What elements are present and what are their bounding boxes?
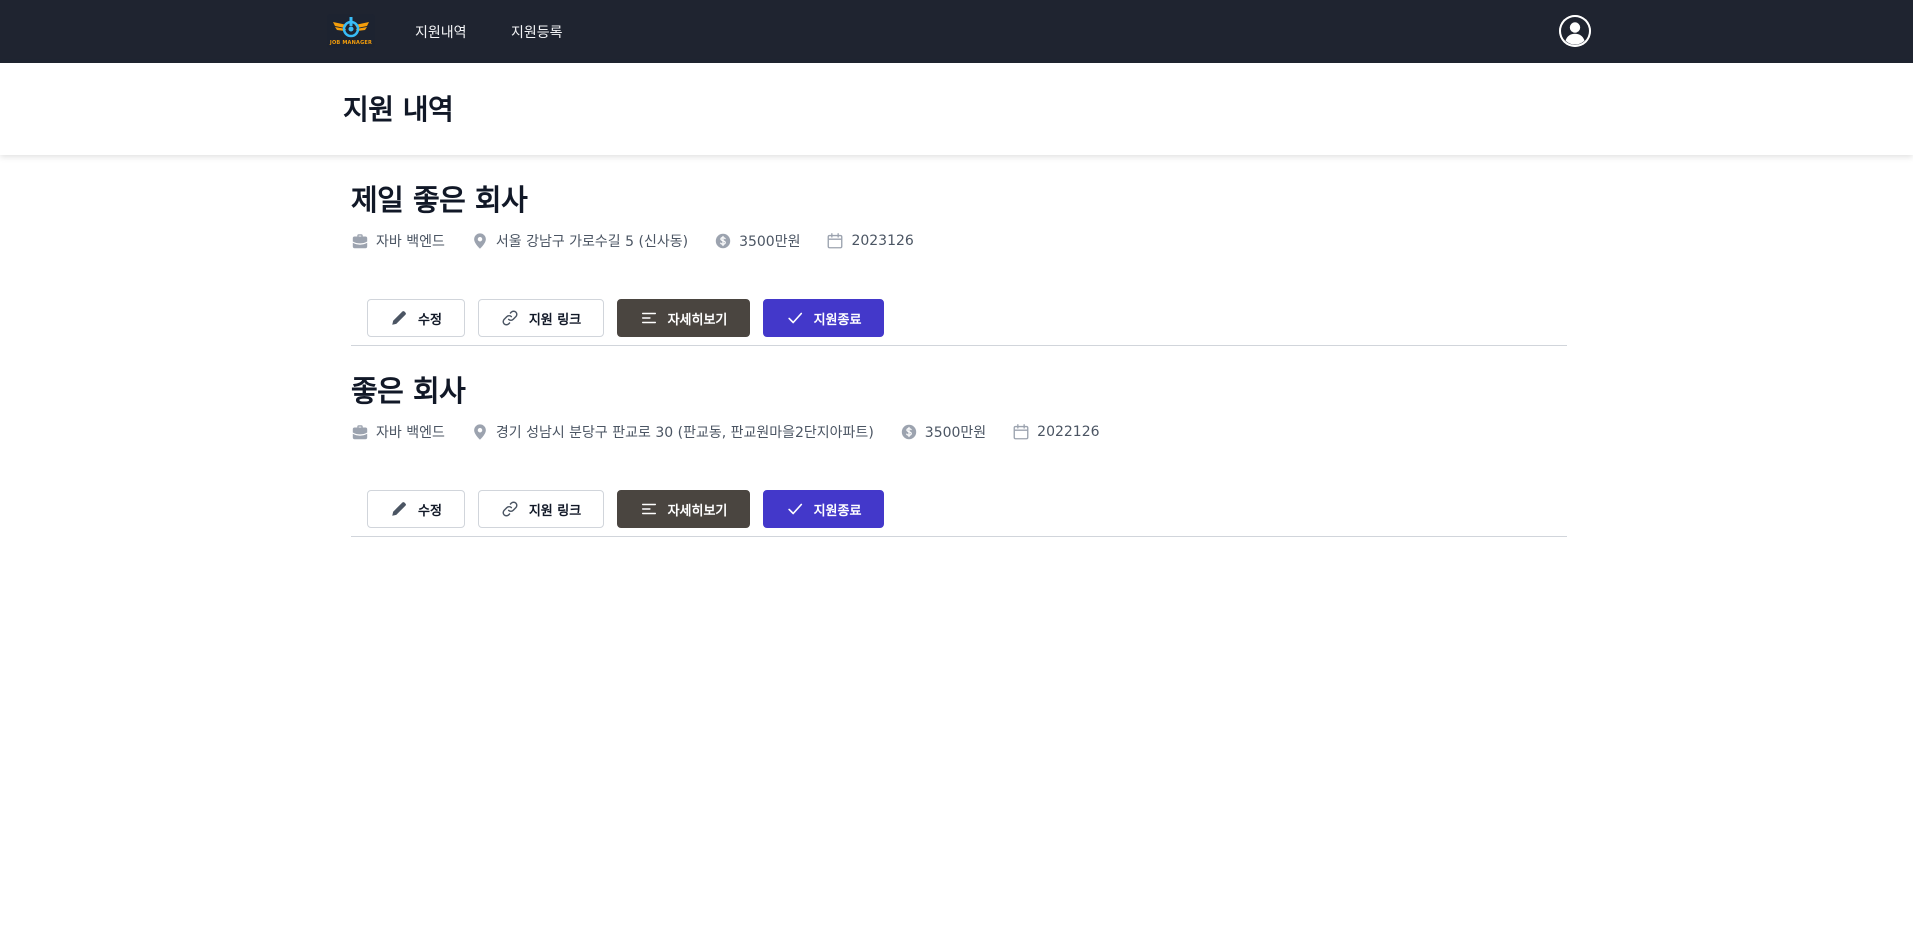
application-item: 제일 좋은 회사 자바 백엔드 서울 강남구 가로수길 5 (신사동) 3500… — [351, 155, 1567, 346]
menu-left-icon — [641, 503, 656, 515]
edit-button[interactable]: 수정 — [367, 490, 465, 528]
salary-meta: 3500만원 — [900, 422, 986, 442]
top-navbar: JOB MANAGER 지원내역 지원등록 — [0, 0, 1913, 63]
page-title: 지원 내역 — [343, 93, 454, 126]
address-meta: 경기 성남시 분당구 판교로 30 (판교동, 판교원마을2단지아파트) — [471, 422, 874, 442]
position-text: 자바 백엔드 — [376, 234, 445, 250]
application-meta: 자바 백엔드 서울 강남구 가로수길 5 (신사동) 3500만원 202312… — [351, 231, 940, 251]
application-meta: 자바 백엔드 경기 성남시 분당구 판교로 30 (판교동, 판교원마을2단지아… — [351, 422, 1126, 442]
currency-dollar-icon — [715, 233, 731, 249]
detail-button-label: 자세히보기 — [667, 312, 728, 328]
detail-button[interactable]: 자세히보기 — [617, 299, 750, 337]
date-text: 2023126 — [851, 233, 914, 249]
page-header: 지원 내역 — [0, 63, 1913, 155]
currency-dollar-icon — [901, 424, 916, 440]
calendar-icon — [1013, 424, 1029, 440]
location-pin-icon — [474, 233, 486, 249]
menu-left-icon — [641, 312, 656, 324]
application-actions: 수정 지원 링크 자세히보기 지원종료 — [367, 299, 897, 337]
calendar-icon — [828, 233, 843, 249]
edit-button[interactable]: 수정 — [367, 299, 465, 337]
company-name: 좋은 회사 — [351, 374, 466, 408]
position-meta: 자바 백엔드 — [351, 422, 445, 442]
position-meta: 자바 백엔드 — [351, 231, 445, 251]
address-text: 경기 성남시 분당구 판교로 30 (판교동, 판교원마을2단지아파트) — [495, 425, 874, 441]
apply-link-button[interactable]: 지원 링크 — [478, 490, 604, 528]
detail-button[interactable]: 자세히보기 — [617, 490, 750, 528]
logo-text: JOB MANAGER — [329, 40, 373, 46]
finish-application-button[interactable]: 지원종료 — [763, 490, 884, 528]
nav-link-register[interactable]: 지원등록 — [511, 22, 563, 42]
detail-button-label: 자세히보기 — [667, 503, 728, 519]
check-icon — [787, 312, 802, 324]
salary-text: 3500만원 — [739, 234, 801, 250]
finish-application-button[interactable]: 지원종료 — [763, 299, 884, 337]
briefcase-icon — [352, 425, 368, 440]
application-item: 좋은 회사 자바 백엔드 경기 성남시 분당구 판교로 30 (판교동, 판교원… — [351, 346, 1567, 537]
position-text: 자바 백엔드 — [376, 425, 445, 441]
apply-link-button-label: 지원 링크 — [528, 503, 582, 519]
date-meta: 2023126 — [826, 232, 914, 250]
finish-application-button-label: 지원종료 — [813, 503, 862, 519]
link-icon — [502, 501, 518, 517]
edit-button-label: 수정 — [418, 312, 442, 328]
apply-link-button[interactable]: 지원 링크 — [478, 299, 604, 337]
briefcase-icon — [352, 234, 368, 249]
job-manager-logo[interactable]: JOB MANAGER — [327, 14, 375, 48]
edit-button-label: 수정 — [418, 503, 442, 519]
date-text: 2022126 — [1037, 424, 1100, 440]
application-list: 제일 좋은 회사 자바 백엔드 서울 강남구 가로수길 5 (신사동) 3500… — [351, 155, 1567, 537]
address-text: 서울 강남구 가로수길 5 (신사동) — [495, 234, 689, 250]
user-avatar-icon[interactable] — [1559, 15, 1591, 47]
application-actions: 수정 지원 링크 자세히보기 지원종료 — [367, 490, 897, 528]
address-meta: 서울 강남구 가로수길 5 (신사동) — [471, 231, 688, 251]
finish-application-button-label: 지원종료 — [813, 312, 862, 328]
wing-logo-icon — [333, 17, 369, 38]
location-pin-icon — [474, 424, 486, 440]
check-icon — [787, 503, 802, 515]
nav-link-applications[interactable]: 지원내역 — [415, 22, 467, 42]
salary-meta: 3500만원 — [714, 231, 800, 251]
pencil-icon — [392, 311, 406, 325]
company-name: 제일 좋은 회사 — [351, 183, 528, 217]
apply-link-button-label: 지원 링크 — [528, 312, 582, 328]
date-meta: 2022126 — [1012, 423, 1100, 441]
pencil-icon — [392, 502, 406, 516]
salary-text: 3500만원 — [924, 425, 987, 441]
link-icon — [502, 310, 518, 326]
